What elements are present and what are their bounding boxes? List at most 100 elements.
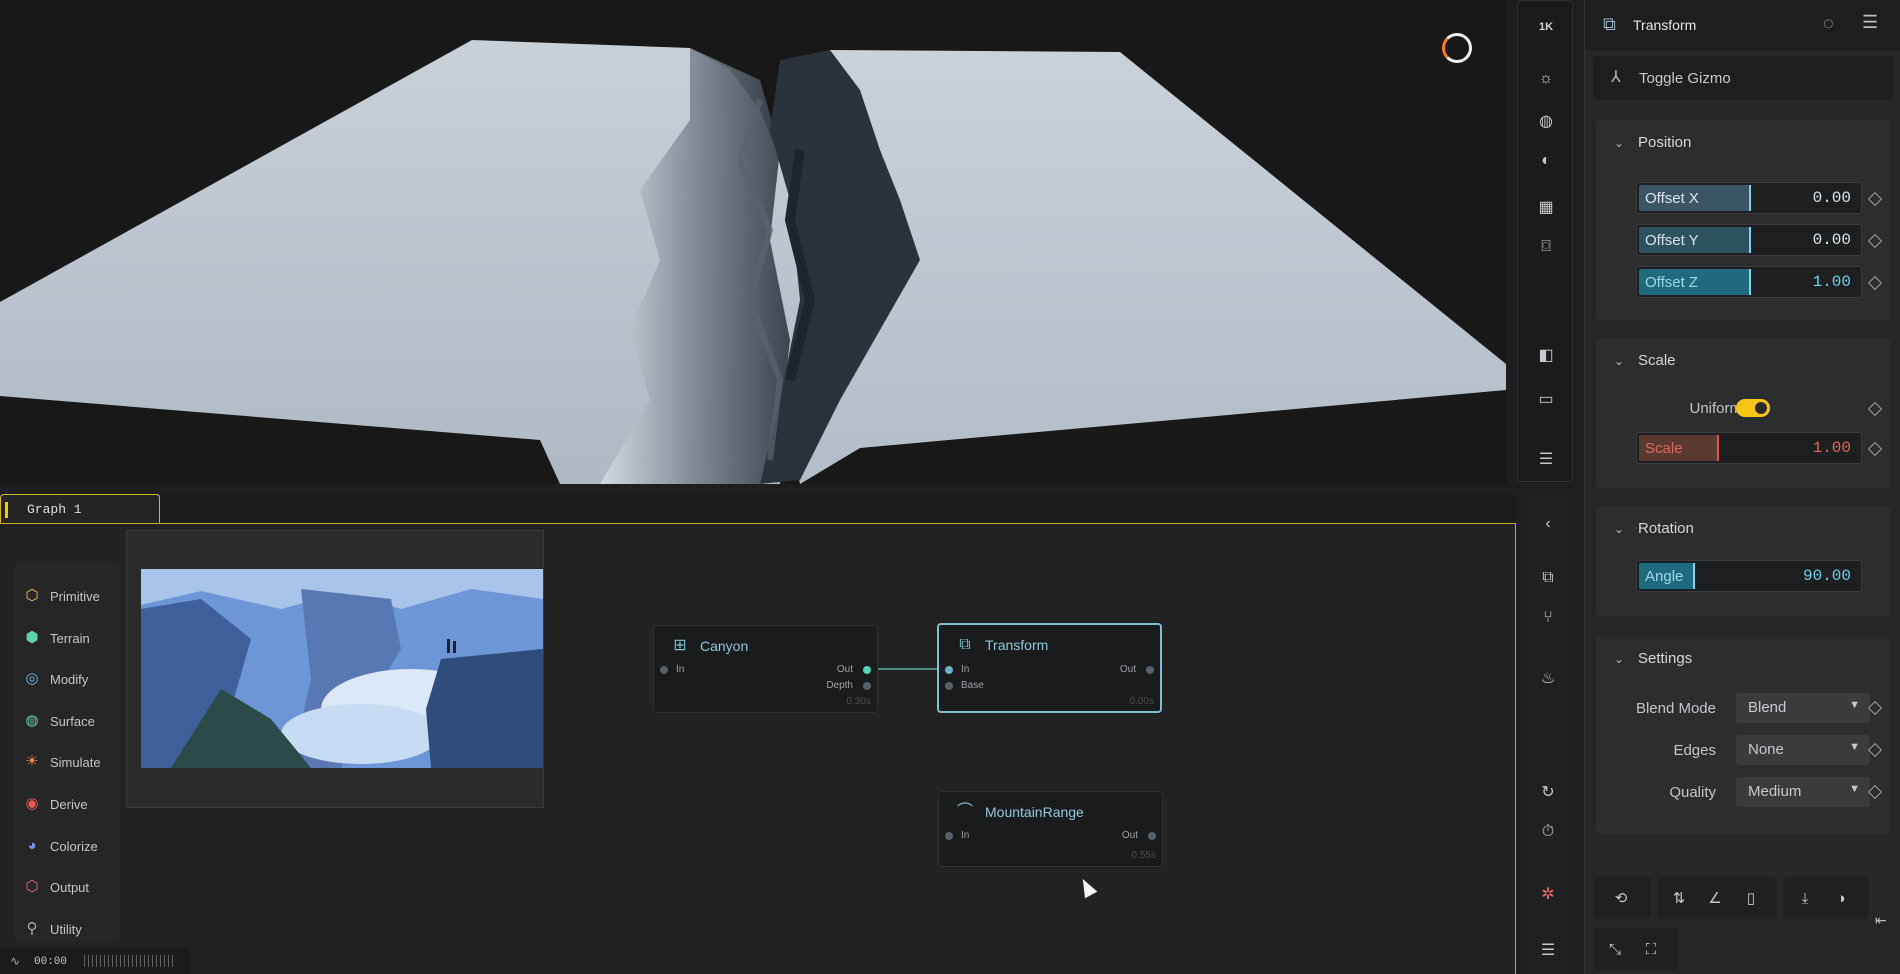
settings-header[interactable]: ⌄ Settings <box>1614 650 1692 667</box>
keyframe-diamond-icon[interactable] <box>1867 441 1883 457</box>
3d-viewport[interactable] <box>0 0 1506 484</box>
scale-section: ⌄ Scale Uniform Scale 1.00 <box>1596 338 1890 488</box>
loop-icon[interactable]: ⟲ <box>1605 882 1637 914</box>
resolution-badge[interactable]: 1K <box>1530 11 1562 43</box>
uniform-toggle[interactable] <box>1736 399 1770 417</box>
dropdown-arrow-icon: ▼ <box>1849 741 1860 753</box>
debug-icon[interactable]: ✲ <box>1532 878 1564 910</box>
keyframe-diamond-icon[interactable] <box>1867 275 1883 291</box>
keyframe-diamond-icon[interactable] <box>1867 700 1883 716</box>
transform-node[interactable]: ⧉ Transform In Out Base 0.00s <box>937 623 1162 713</box>
refresh-icon[interactable]: ↻ <box>1532 776 1564 808</box>
output-port[interactable] <box>863 666 871 674</box>
output-port[interactable] <box>1148 832 1156 840</box>
keyframe-diamond-icon[interactable] <box>1867 742 1883 758</box>
target-icon[interactable]: ◌ <box>1823 13 1834 34</box>
angle-value: 90.00 <box>1802 567 1851 585</box>
sun-icon[interactable]: ☼ <box>1530 63 1562 95</box>
blend-mode-select[interactable]: Blend ▼ <box>1736 693 1870 723</box>
angle-icon[interactable]: ∠ <box>1699 882 1731 914</box>
position-header[interactable]: ⌄ Position <box>1614 134 1691 151</box>
graph-tab-label: Graph 1 <box>27 502 82 517</box>
chevron-down-icon: ⌄ <box>1614 522 1625 536</box>
ruler-icon[interactable]: ▭ <box>1530 383 1562 415</box>
rotation-header[interactable]: ⌄ Rotation <box>1614 520 1694 537</box>
toggle-gizmo-button[interactable]: ⅄ Toggle Gizmo <box>1593 56 1893 100</box>
port-label: In <box>961 830 970 841</box>
collapse-icon[interactable]: ⤡ <box>1599 933 1631 965</box>
keyframe-diamond-icon[interactable] <box>1867 401 1883 417</box>
panel-title: Transform <box>1633 17 1697 33</box>
port-label: Out <box>1119 664 1136 675</box>
bookmark-icon[interactable]: ⧉ <box>1532 562 1564 594</box>
flame-icon[interactable]: ♨ <box>1532 662 1564 694</box>
branch-icon[interactable]: ⑂ <box>1532 602 1564 634</box>
input-port[interactable] <box>660 666 668 674</box>
offset-y-value: 0.00 <box>1812 231 1851 249</box>
node-title: MountainRange <box>985 804 1084 820</box>
gizmo-axes-icon: ⅄ <box>1611 69 1621 86</box>
angle-field[interactable]: Angle 90.00 <box>1636 560 1862 592</box>
activity-icon: ∿ <box>10 954 21 968</box>
chevron-down-icon: ⌄ <box>1614 652 1625 666</box>
quality-select[interactable]: Medium ▼ <box>1736 777 1870 807</box>
loading-spinner-icon <box>1442 33 1472 63</box>
dock-left-icon[interactable]: ⇤ <box>1875 912 1887 929</box>
node-time: 0.55s <box>1131 850 1156 861</box>
app-root: 1K ☼ ◍ ◐ ▦ ⌼ ◧ ▭ ☰ ⧉ Transform ◌ ☰ ⅄ Tog… <box>0 0 1900 974</box>
list-icon[interactable]: ☰ <box>1532 934 1564 966</box>
split-icon[interactable]: ▯ <box>1735 882 1767 914</box>
position-section: ⌄ Position Offset X 0.00 Offset Y 0.00 Of… <box>1596 120 1890 320</box>
transform-icon: ⧉ <box>1603 14 1616 34</box>
input-port[interactable] <box>945 666 953 674</box>
output-port[interactable] <box>1146 666 1154 674</box>
compare-icon[interactable]: ◧ <box>1530 339 1562 371</box>
edges-label: Edges <box>1673 742 1716 759</box>
scale-value: 1.00 <box>1812 439 1851 457</box>
status-time: 00:00 <box>34 956 68 968</box>
node-title: Transform <box>985 637 1049 653</box>
chevron-left-icon[interactable]: ‹ <box>1532 508 1564 540</box>
grid-icon[interactable]: ▦ <box>1530 191 1562 223</box>
keyframe-diamond-icon[interactable] <box>1867 233 1883 249</box>
fullscreen-icon[interactable]: ⛶ <box>1635 933 1667 965</box>
mountain-icon: ⌒ <box>956 803 973 820</box>
node-time: 0.30s <box>846 696 871 707</box>
dropdown-arrow-icon: ▼ <box>1849 699 1860 711</box>
input-port[interactable] <box>945 832 953 840</box>
contrast-icon[interactable]: ◐ <box>1530 145 1562 177</box>
offset-x-label: Offset X <box>1645 190 1699 207</box>
depth-port[interactable] <box>863 682 871 690</box>
offset-x-field[interactable]: Offset X 0.00 <box>1636 182 1862 214</box>
misc-tool-group: ⤓ ◑ <box>1783 877 1869 919</box>
menu-icon[interactable]: ☰ <box>1862 12 1878 33</box>
offset-y-field[interactable]: Offset Y 0.00 <box>1636 224 1862 256</box>
uniform-label: Uniform <box>1689 400 1742 417</box>
blend-mode-label: Blend Mode <box>1635 700 1716 717</box>
scale-field[interactable]: Scale 1.00 <box>1636 432 1862 464</box>
graph-side-toolbar: ‹ ⧉ ⑂ ♨ ↻ ⏱ ✲ ☰ <box>1522 494 1574 974</box>
keyframe-diamond-icon[interactable] <box>1867 784 1883 800</box>
camera-icon[interactable]: ⌼ <box>1530 231 1562 263</box>
timer-icon[interactable]: ⏱ <box>1532 816 1564 848</box>
timeline-scrubber[interactable] <box>84 955 176 967</box>
scale-label: Scale <box>1645 440 1683 457</box>
keyframe-diamond-icon[interactable] <box>1867 191 1883 207</box>
base-port[interactable] <box>945 682 953 690</box>
align-tool-group: ⇅ ∠ ▯ <box>1657 877 1777 919</box>
contrast-icon[interactable]: ◑ <box>1825 882 1857 914</box>
panel-header: ⧉ Transform ◌ ☰ <box>1585 0 1900 50</box>
globe-icon[interactable]: ◍ <box>1530 105 1562 137</box>
mountainrange-node[interactable]: ⌒ MountainRange In Out 0.55s <box>938 791 1163 867</box>
graph-tab[interactable]: Graph 1 <box>0 494 160 524</box>
offset-z-label: Offset Z <box>1645 274 1699 291</box>
edges-select[interactable]: None ▼ <box>1736 735 1870 765</box>
node-graph-canvas[interactable]: ⬡ Primitive ⬢ Terrain ◎ Modify ◍ Surface ☀ Si… <box>0 523 1516 974</box>
menu-icon[interactable]: ☰ <box>1530 443 1562 475</box>
settings-section: ⌄ Settings Blend Mode Blend ▼ Edges None ▼ … <box>1596 636 1890 834</box>
canyon-node[interactable]: ⊞ Canyon In Out Depth 0.30s <box>653 625 878 713</box>
scale-header[interactable]: ⌄ Scale <box>1614 352 1676 369</box>
offset-z-field[interactable]: Offset Z 1.00 <box>1636 266 1862 298</box>
flip-icon[interactable]: ⇅ <box>1663 882 1695 914</box>
arrow-down-icon[interactable]: ⤓ <box>1789 882 1821 914</box>
